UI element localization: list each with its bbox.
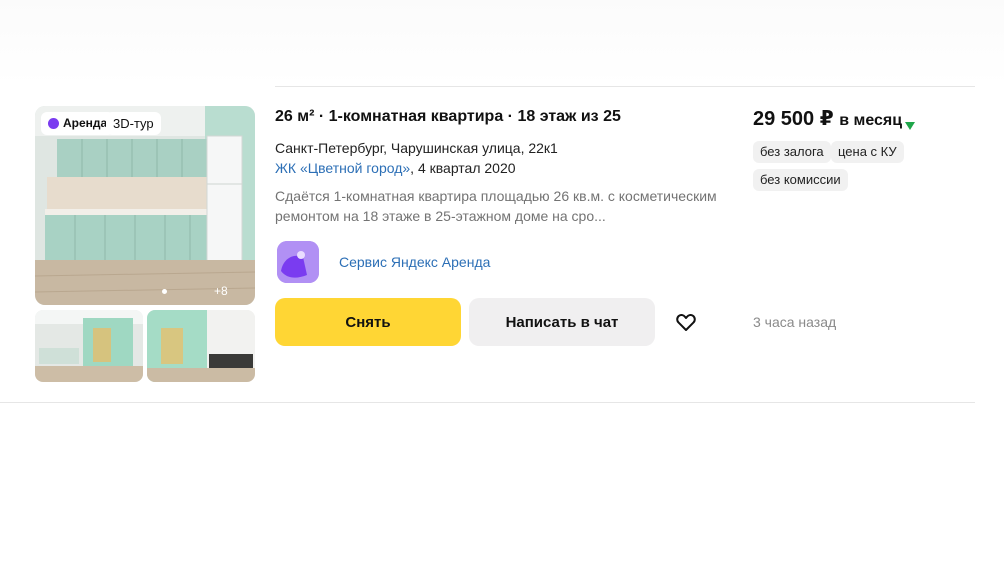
posted-time: 3 часа назад xyxy=(753,314,837,330)
listing-description: Сдаётся 1-комнатная квартира площадью 26… xyxy=(275,188,717,224)
listing-title[interactable]: 26 м² · 1-комнатная квартира · 18 этаж и… xyxy=(275,108,621,126)
yandex-rent-icon xyxy=(48,118,59,129)
complex-line: ЖК «Цветной город», 4 квартал 2020 xyxy=(275,160,516,176)
price-amount: 29 500 ₽ xyxy=(753,108,834,130)
3d-tour-badge[interactable]: 3D-тур xyxy=(106,112,161,135)
tag-no-deposit: без залога xyxy=(753,141,831,163)
gallery-dot xyxy=(162,289,167,294)
complex-link[interactable]: ЖК «Цветной город» xyxy=(275,160,410,176)
divider-top xyxy=(275,86,975,87)
photo-thumbnail[interactable] xyxy=(147,310,255,382)
listing-address: Санкт-Петербург, Чарушинская улица, 22к1 xyxy=(275,140,558,156)
price-period: в месяц xyxy=(839,112,903,129)
rent-button[interactable]: Снять xyxy=(275,298,461,346)
photo-thumbnail[interactable] xyxy=(35,310,143,382)
price: 29 500 ₽ в месяц xyxy=(753,106,902,131)
tag-utilities: цена с КУ xyxy=(831,141,904,163)
rent-badge: Аренда xyxy=(41,112,115,135)
heart-icon[interactable] xyxy=(674,310,698,334)
yandex-rent-logo-icon xyxy=(277,241,319,283)
top-fade xyxy=(0,0,1004,85)
arrow-down-icon[interactable] xyxy=(905,117,915,135)
service-link[interactable]: Сервис Яндекс Аренда xyxy=(339,254,490,270)
tag-no-commission: без комиссии xyxy=(753,169,848,191)
complex-completion: , 4 квартал 2020 xyxy=(410,160,516,176)
divider-bottom xyxy=(0,402,975,403)
chat-button[interactable]: Написать в чат xyxy=(469,298,655,346)
main-photo[interactable] xyxy=(35,106,255,305)
rent-badge-label: Аренда xyxy=(63,116,108,130)
more-photos-count[interactable]: +8 xyxy=(214,284,228,298)
